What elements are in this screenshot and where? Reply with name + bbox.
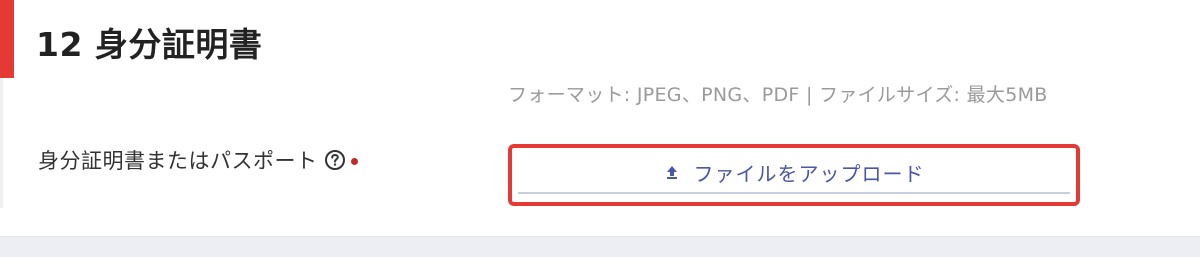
section-divider [0,78,3,208]
required-indicator [350,157,358,165]
field-label: 身分証明書またはパスポート [38,149,318,173]
section-title: 12 身分証明書 [36,25,263,64]
page: 12 身分証明書 フォーマット: JPEG、PNG、PDF | ファイルサイズ:… [0,0,1200,257]
field-label-row: 身分証明書またはパスポート [38,145,358,175]
question-circle-icon[interactable] [324,149,346,171]
page-footer-strip [0,236,1200,257]
section-accent-bar [0,0,14,78]
upload-button-content: ファイルをアップロード [518,152,1070,194]
identity-document-section: 12 身分証明書 フォーマット: JPEG、PNG、PDF | ファイルサイズ:… [0,0,1200,236]
upload-file-button[interactable]: ファイルをアップロード [508,144,1080,206]
upload-arrow-icon [666,166,677,179]
upload-button-label: ファイルをアップロード [693,161,925,186]
upload-format-hint: フォーマット: JPEG、PNG、PDF | ファイルサイズ: 最大5MB [508,84,1048,106]
